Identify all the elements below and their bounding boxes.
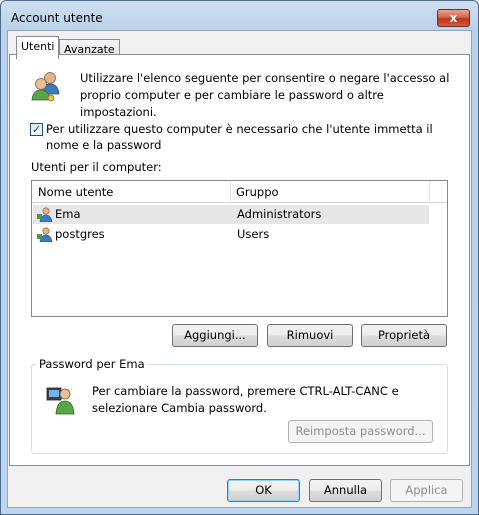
close-button[interactable]: x bbox=[437, 9, 470, 27]
window-title: Account utente bbox=[11, 11, 103, 25]
tab-utenti[interactable]: Utenti bbox=[16, 36, 60, 59]
users-list-label: Utenti per il computer: bbox=[31, 160, 162, 174]
row-username: Ema bbox=[55, 207, 81, 221]
password-group-title: Password per Ema bbox=[36, 357, 148, 371]
table-row[interactable]: Ema Administrators bbox=[33, 205, 429, 224]
row-group: Administrators bbox=[237, 207, 322, 221]
users-list-header: Nome utente Gruppo bbox=[32, 181, 447, 203]
column-header-username[interactable]: Nome utente bbox=[38, 185, 113, 199]
column-divider[interactable] bbox=[230, 181, 231, 203]
user-icon bbox=[37, 227, 53, 242]
intro-text: Utilizzare l'elenco seguente per consent… bbox=[80, 71, 450, 119]
remove-user-button[interactable]: Rimuovi bbox=[267, 324, 353, 347]
properties-button[interactable]: Proprietà bbox=[361, 324, 447, 347]
add-user-button[interactable]: Aggiungi... bbox=[172, 324, 258, 347]
cancel-button[interactable]: Annulla bbox=[309, 479, 382, 502]
row-group: Users bbox=[237, 227, 270, 241]
row-username: postgres bbox=[55, 227, 105, 241]
users-list[interactable]: Nome utente Gruppo Ema Administrators po… bbox=[31, 180, 448, 317]
reset-password-button[interactable]: Reimposta password... bbox=[288, 420, 433, 443]
users-icon bbox=[31, 72, 60, 102]
require-login-label[interactable]: Per utilizzare questo computer è necessa… bbox=[46, 121, 456, 153]
user-icon bbox=[37, 207, 53, 222]
column-divider[interactable] bbox=[429, 181, 430, 203]
user-key-icon bbox=[46, 387, 75, 415]
ok-button[interactable]: OK bbox=[227, 479, 300, 502]
table-row[interactable]: postgres Users bbox=[33, 225, 429, 244]
require-login-checkbox[interactable]: ✓ bbox=[30, 123, 43, 136]
password-instructions: Per cambiare la password, premere CTRL-A… bbox=[92, 384, 399, 415]
apply-button[interactable]: Applica bbox=[390, 479, 463, 502]
column-header-group[interactable]: Gruppo bbox=[236, 185, 279, 199]
